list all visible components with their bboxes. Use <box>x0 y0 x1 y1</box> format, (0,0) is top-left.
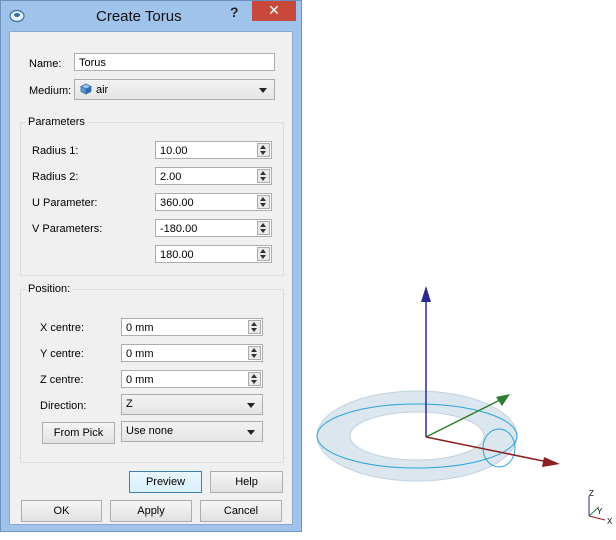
viewport-3d[interactable]: Z Y X <box>0 0 616 540</box>
torus-shape[interactable] <box>316 390 518 482</box>
axis-triad: Z Y X <box>588 489 613 526</box>
triad-x-label: X <box>607 517 613 526</box>
triad-y-label: Y <box>597 507 603 516</box>
z-axis-arrow <box>421 286 431 437</box>
triad-z-label: Z <box>589 489 594 498</box>
